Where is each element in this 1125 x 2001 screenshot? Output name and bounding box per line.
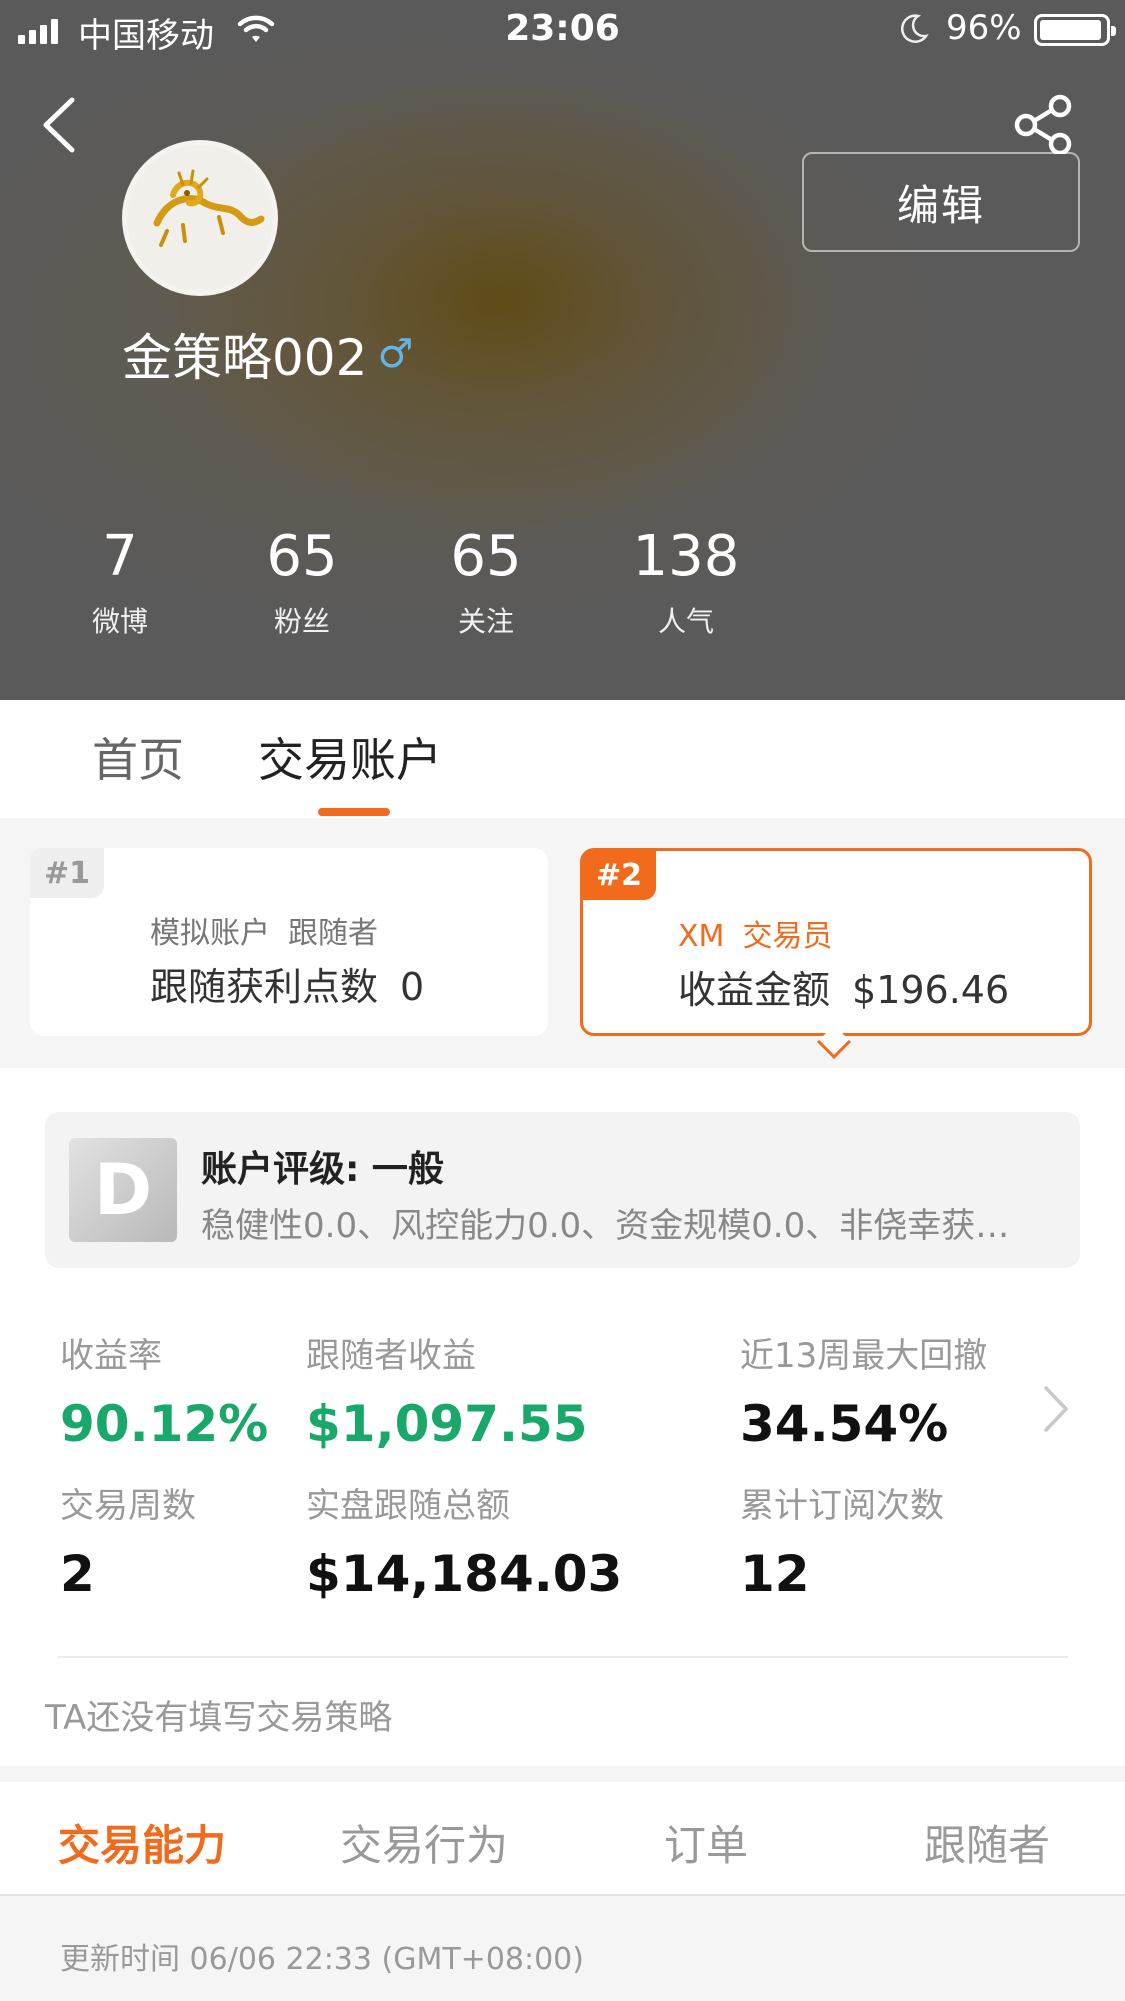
- avatar[interactable]: [122, 140, 278, 296]
- account-metric-value: 0: [400, 965, 425, 1009]
- tab-orders[interactable]: 订单: [664, 1812, 748, 1873]
- stat-value: 138: [632, 524, 740, 589]
- metric-value: $1,097.55: [306, 1395, 588, 1453]
- account-type: 模拟账户: [150, 916, 270, 951]
- stat-label: 人气: [657, 605, 714, 638]
- metric-value: 34.54%: [740, 1395, 949, 1453]
- battery-fill: [1040, 20, 1101, 40]
- username: 金策略002 ♂: [122, 318, 413, 390]
- update-time: 更新时间 06/06 22:33 (GMT+08:00): [60, 1942, 584, 1977]
- account-rating[interactable]: D 账户评级: 一般 稳健性0.0、风控能力0.0、资金规模0.0、非侥幸获…: [45, 1112, 1080, 1268]
- stat-popularity[interactable]: 138 人气: [596, 522, 776, 640]
- stat-value: 65: [266, 524, 338, 589]
- account-type-line: 模拟账户 跟随者: [150, 908, 378, 952]
- strategy-text: TA还没有填写交易策略: [45, 1698, 393, 1738]
- metric-label: 近13周最大回撤: [740, 1336, 988, 1376]
- metric-value: 90.12%: [60, 1395, 269, 1453]
- metric-value: $14,184.03: [306, 1545, 623, 1603]
- account-detail-panel: D 账户评级: 一般 稳健性0.0、风控能力0.0、资金规模0.0、非侥幸获… …: [0, 1068, 1125, 1766]
- account-cards: #1 模拟账户 跟随者 跟随获利点数 0 #2 XM 交易员 收益金额 $196.46: [0, 818, 1125, 1068]
- update-bar: 更新时间 06/06 22:33 (GMT+08:00): [0, 1898, 1125, 2001]
- account-role: 交易员: [742, 919, 833, 954]
- stat-value: 65: [450, 524, 522, 589]
- metric-value: 2: [60, 1545, 95, 1603]
- account-metric-label: 跟随获利点数: [150, 965, 379, 1009]
- profile-header: 中国移动 23:06 96% 编辑 金策略002 ♂ 7 微博 65 粉丝 65…: [0, 0, 1125, 700]
- profile-tabs: 首页 交易账户: [0, 700, 1125, 818]
- chevron-right-icon: [1044, 1386, 1068, 1432]
- tab-trading-ability[interactable]: 交易能力: [58, 1812, 226, 1873]
- stat-weibo[interactable]: 7 微博: [30, 522, 210, 640]
- share-icon: [1014, 94, 1072, 156]
- status-bar: 中国移动 23:06 96%: [0, 0, 1125, 60]
- account-type: XM: [678, 919, 725, 954]
- metric-value: 12: [740, 1545, 810, 1603]
- active-tab-indicator: [318, 808, 390, 816]
- metric-subscription-count: 累计订阅次数 12: [740, 1478, 944, 1603]
- account-card-1[interactable]: #1 模拟账户 跟随者 跟随获利点数 0: [30, 848, 548, 1036]
- battery-icon: [1034, 14, 1116, 46]
- moon-icon: [896, 12, 930, 55]
- metric-max-drawdown: 近13周最大回撤 34.54%: [740, 1328, 987, 1453]
- account-type-line: XM 交易员: [678, 911, 832, 955]
- account-tag: #2: [582, 850, 657, 900]
- male-gender-icon: ♂: [377, 331, 414, 377]
- account-role: 跟随者: [288, 916, 378, 951]
- stat-label: 关注: [457, 605, 514, 638]
- battery-percent: 96%: [946, 8, 1022, 48]
- metric-label: 累计订阅次数: [740, 1486, 944, 1526]
- tab-trading-behavior[interactable]: 交易行为: [340, 1812, 508, 1873]
- detail-tabs: 交易能力 交易行为 订单 跟随者: [0, 1782, 1125, 1896]
- metric-label: 实盘跟随总额: [306, 1486, 510, 1526]
- rating-description: 稳健性0.0、风控能力0.0、资金规模0.0、非侥幸获…: [201, 1206, 1010, 1246]
- stat-label: 微博: [91, 605, 148, 638]
- metric-trading-weeks: 交易周数 2: [60, 1478, 196, 1603]
- account-card-2[interactable]: #2 XM 交易员 收益金额 $196.46: [580, 848, 1092, 1036]
- metrics-detail-button[interactable]: [1040, 1384, 1070, 1438]
- metric-label: 跟随者收益: [306, 1336, 476, 1376]
- tab-home[interactable]: 首页: [92, 724, 184, 790]
- share-button[interactable]: [1010, 94, 1076, 156]
- metric-live-follow-total: 实盘跟随总额 $14,184.03: [306, 1478, 622, 1603]
- account-metric-line: 收益金额 $196.46: [678, 959, 1009, 1014]
- golden-dragon-image: [153, 169, 265, 247]
- metric-return-rate: 收益率 90.12%: [60, 1328, 268, 1453]
- account-metric-label: 收益金额: [678, 968, 831, 1012]
- account-metric-line: 跟随获利点数 0: [150, 956, 424, 1011]
- rating-badge: D: [69, 1138, 177, 1242]
- metric-label: 收益率: [60, 1336, 162, 1376]
- account-tag: #1: [30, 848, 105, 898]
- stat-following[interactable]: 65 关注: [396, 522, 576, 640]
- stat-fans[interactable]: 65 粉丝: [212, 522, 392, 640]
- tab-trading-account[interactable]: 交易账户: [258, 724, 442, 790]
- back-button[interactable]: [36, 92, 86, 158]
- chevron-left-icon: [43, 97, 75, 153]
- account-metric-value: $196.46: [852, 968, 1010, 1012]
- stat-value: 7: [102, 524, 138, 589]
- stat-label: 粉丝: [273, 605, 330, 638]
- metric-label: 交易周数: [60, 1486, 196, 1526]
- metric-follower-profit: 跟随者收益 $1,097.55: [306, 1328, 588, 1453]
- divider: [58, 1656, 1068, 1658]
- username-text: 金策略002: [122, 329, 368, 387]
- edit-profile-button[interactable]: 编辑: [802, 152, 1080, 252]
- tab-followers[interactable]: 跟随者: [924, 1812, 1050, 1873]
- rating-title: 账户评级: 一般: [201, 1149, 444, 1190]
